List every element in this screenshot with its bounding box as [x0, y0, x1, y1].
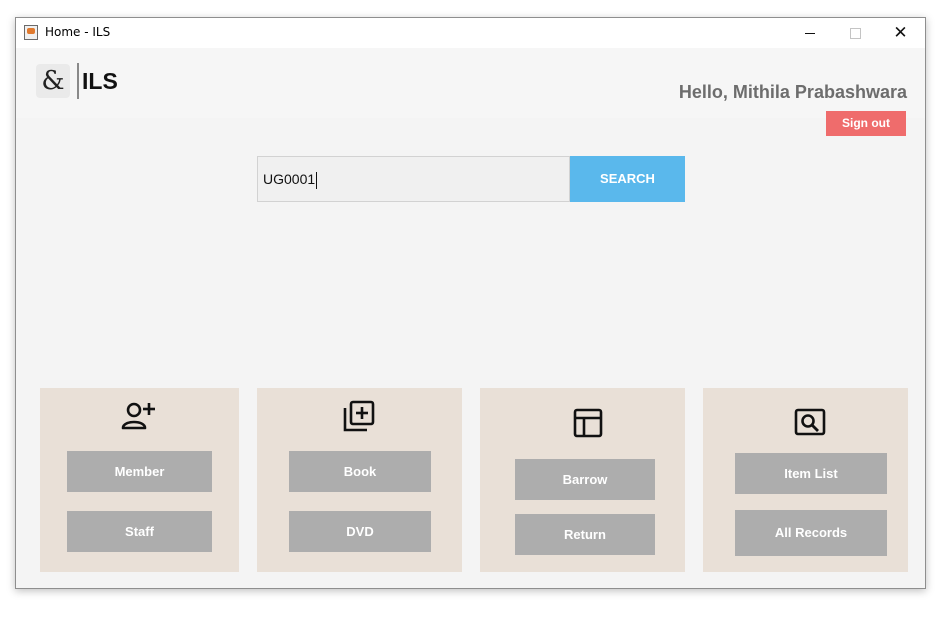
dvd-button[interactable]: DVD	[289, 511, 431, 552]
reports-card: Item List All Records	[703, 388, 908, 572]
users-card: Member Staff	[40, 388, 239, 572]
app-window: Home - ILS ✕ & ILS Hello, Mithila Prabas…	[15, 17, 926, 589]
search-button[interactable]: SEARCH	[570, 156, 685, 202]
java-app-icon	[24, 25, 38, 40]
book-button[interactable]: Book	[289, 451, 431, 492]
close-icon: ✕	[893, 23, 908, 43]
barrow-button[interactable]: Barrow	[515, 459, 655, 500]
window-title: Home - ILS	[45, 25, 111, 39]
user-greeting: Hello, Mithila Prabashwara	[678, 82, 907, 102]
all-records-button[interactable]: All Records	[735, 510, 887, 556]
add-person-icon	[120, 399, 158, 437]
app-header: & ILS Hello, Mithila Prabashwara Sign ou…	[16, 48, 925, 136]
close-button[interactable]: ✕	[878, 18, 923, 48]
text-caret	[316, 171, 318, 189]
table-layout-icon	[572, 407, 604, 443]
maximize-icon	[850, 28, 861, 39]
item-list-button[interactable]: Item List	[735, 453, 887, 494]
sign-out-button[interactable]: Sign out	[826, 111, 906, 136]
minimize-icon	[805, 33, 815, 34]
return-button[interactable]: Return	[515, 514, 655, 555]
library-add-icon	[342, 399, 376, 437]
maximize-button[interactable]	[833, 18, 878, 48]
transactions-card: Barrow Return	[480, 388, 685, 572]
image-search-icon	[793, 407, 827, 441]
app-name: ILS	[82, 68, 118, 94]
search-input[interactable]: UG0001	[257, 156, 570, 202]
title-bar: Home - ILS ✕	[16, 18, 925, 48]
items-card: Book DVD	[257, 388, 462, 572]
logo-divider	[77, 63, 79, 99]
search-input-value: UG0001	[263, 171, 316, 187]
member-button[interactable]: Member	[67, 451, 212, 492]
staff-button[interactable]: Staff	[67, 511, 212, 552]
logo-icon: &	[36, 64, 70, 98]
minimize-button[interactable]	[788, 18, 833, 48]
